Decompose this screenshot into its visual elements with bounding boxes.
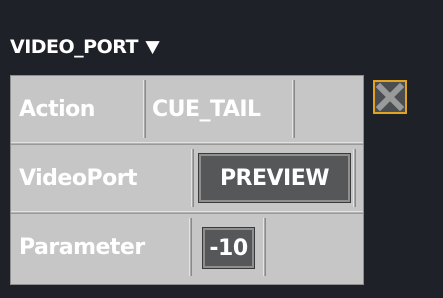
videoport-label: VideoPort (19, 165, 138, 191)
column-divider (263, 218, 266, 276)
column-divider (191, 149, 194, 207)
property-row-action: Action CUE_TAIL (11, 76, 363, 142)
triangle-down-icon[interactable]: ▼ (145, 37, 159, 57)
section-title: VIDEO_PORT (10, 36, 139, 58)
properties-panel: Action CUE_TAIL VideoPort PREVIEW Parame… (10, 75, 364, 285)
column-divider (353, 149, 356, 207)
close-icon (375, 82, 405, 112)
videoport-value-field[interactable]: PREVIEW (198, 153, 351, 203)
column-divider (292, 80, 295, 138)
parameter-label: Parameter (19, 234, 145, 260)
column-divider (143, 80, 146, 138)
action-label: Action (19, 96, 95, 122)
close-button[interactable] (373, 80, 407, 114)
property-row-parameter: Parameter -10 (11, 214, 363, 280)
parameter-value-field[interactable]: -10 (202, 227, 255, 269)
video-port-header[interactable]: VIDEO_PORT ▼ (10, 33, 160, 61)
action-value[interactable]: CUE_TAIL (152, 76, 261, 142)
column-divider (189, 218, 192, 276)
property-row-videoport: VideoPort PREVIEW (11, 145, 363, 211)
